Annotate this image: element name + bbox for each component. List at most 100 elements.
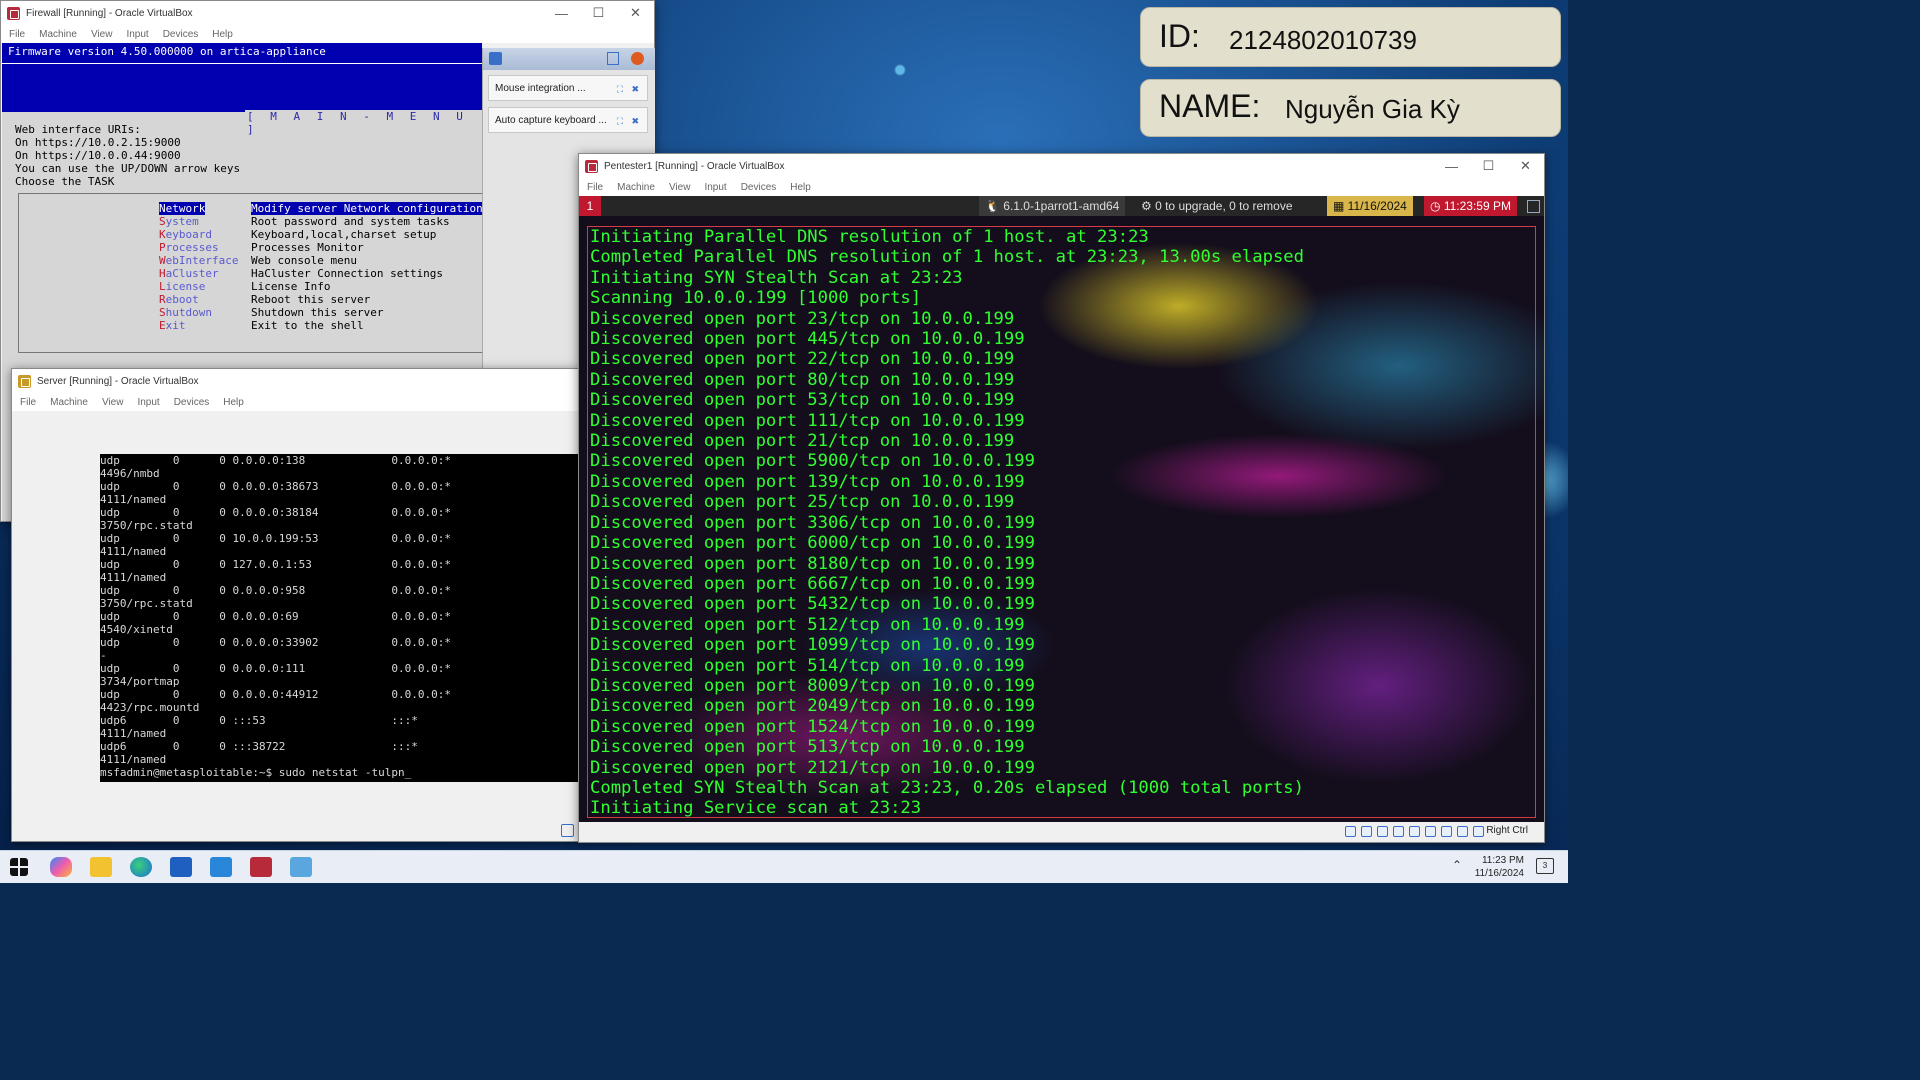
menu-item-network[interactable]: Network Modify server Network configurati… bbox=[159, 202, 483, 215]
menu-devices[interactable]: Devices bbox=[174, 397, 210, 408]
menu-help[interactable]: Help bbox=[790, 182, 811, 193]
notification-toggle-icon[interactable]: ⛶ bbox=[617, 76, 623, 102]
virtualbox-icon bbox=[7, 6, 20, 20]
id-card: ID: 2124802010739 bbox=[1140, 7, 1561, 67]
web-interface-info: Web interface URIs: On https://10.0.2.15:… bbox=[15, 123, 241, 188]
menu-item-hacluster[interactable]: HaCluster HaCluster Connection settings bbox=[159, 267, 443, 280]
pentester-titlebar[interactable]: Pentester1 [Running] - Oracle VirtualBox… bbox=[579, 154, 1544, 178]
vscode-icon[interactable] bbox=[210, 857, 232, 877]
copilot-icon[interactable] bbox=[50, 857, 72, 877]
windows-start-icon[interactable] bbox=[10, 858, 28, 876]
word-icon[interactable] bbox=[170, 857, 192, 877]
menu-file[interactable]: File bbox=[20, 397, 36, 408]
recording-icon[interactable] bbox=[1457, 826, 1468, 837]
menu-item-license[interactable]: License License Info bbox=[159, 280, 330, 293]
menu-file[interactable]: File bbox=[9, 29, 25, 40]
audio-icon[interactable] bbox=[1377, 826, 1388, 837]
vm-statusbar: Right Ctrl bbox=[579, 822, 1544, 842]
menu-item-exit[interactable]: Exit Exit to the shell bbox=[159, 319, 364, 332]
id-value: 2124802010739 bbox=[1229, 25, 1417, 55]
menu-item-shutdown[interactable]: Shutdown Shutdown this server bbox=[159, 306, 383, 319]
menu-view[interactable]: View bbox=[102, 397, 124, 408]
virtualbox-icon bbox=[585, 159, 598, 173]
menu-machine[interactable]: Machine bbox=[39, 29, 77, 40]
system-clock[interactable]: 11:23 PM 11/16/2024 bbox=[1475, 854, 1524, 880]
pentester-menubar: File Machine View Input Devices Help bbox=[579, 178, 1544, 196]
menu-devices[interactable]: Devices bbox=[741, 182, 777, 193]
updates-status: ⚙ 0 to upgrade, 0 to remove bbox=[1141, 199, 1293, 213]
tray-chevron-icon[interactable]: ⌃ bbox=[1452, 858, 1462, 872]
maximize-button[interactable]: ☐ bbox=[1470, 154, 1507, 178]
menu-devices[interactable]: Devices bbox=[163, 29, 199, 40]
close-button[interactable]: ✕ bbox=[1507, 154, 1544, 178]
server-titlebar[interactable]: Server [Running] - Oracle VirtualBox bbox=[12, 369, 579, 393]
notification-auto-capture-keyboard[interactable]: Auto capture keyboard ... ⛶ ✖ bbox=[488, 107, 648, 133]
panel-time: ◷ 11:23:59 PM bbox=[1424, 196, 1517, 216]
firmware-line: Firmware version 4.50.000000 on artica-a… bbox=[2, 43, 482, 64]
firewall-menubar: File Machine View Input Devices Help bbox=[1, 25, 654, 43]
hard-disk-icon[interactable] bbox=[1345, 826, 1356, 837]
name-value: Nguyễn Gia Kỳ bbox=[1285, 94, 1460, 124]
maximize-button[interactable]: ☐ bbox=[580, 1, 617, 25]
menu-machine[interactable]: Machine bbox=[50, 397, 88, 408]
menu-file[interactable]: File bbox=[587, 182, 603, 193]
menu-machine[interactable]: Machine bbox=[617, 182, 655, 193]
panel-date: ▦ 11/16/2024 bbox=[1327, 196, 1413, 216]
shell-prompt: msfadmin@metasploitable:~$ sudo netstat … bbox=[100, 766, 412, 779]
screen-icon[interactable] bbox=[1527, 200, 1540, 213]
optical-drive-icon[interactable] bbox=[1361, 826, 1372, 837]
notification-icon[interactable]: 3 bbox=[1536, 858, 1554, 874]
menu-input[interactable]: Input bbox=[137, 397, 159, 408]
menu-help[interactable]: Help bbox=[212, 29, 233, 40]
menu-input[interactable]: Input bbox=[126, 29, 148, 40]
collapse-icon[interactable] bbox=[607, 52, 619, 65]
windows-taskbar: ⌃ 11:23 PM 11/16/2024 3 bbox=[0, 850, 1568, 883]
menu-view[interactable]: View bbox=[91, 29, 113, 40]
close-all-icon[interactable] bbox=[631, 52, 644, 65]
main-menu-box: Network Modify server Network configurati… bbox=[18, 193, 484, 353]
virtualbox-icon bbox=[18, 374, 31, 388]
menu-input[interactable]: Input bbox=[704, 182, 726, 193]
server-vm-display[interactable]: udp 0 0 0.0.0.0:138 0.0.0.0:* 4496/nmbd ud… bbox=[12, 411, 579, 841]
server-menubar: File Machine View Input Devices Help bbox=[12, 393, 579, 411]
menu-item-keyboard[interactable]: Keyboard Keyboard,local,charset setup bbox=[159, 228, 436, 241]
notification-toggle-icon[interactable]: ⛶ bbox=[617, 108, 623, 134]
minimize-button[interactable]: — bbox=[1433, 154, 1470, 178]
server-vm-window[interactable]: Server [Running] - Oracle VirtualBox Fil… bbox=[11, 368, 580, 842]
id-label: ID: bbox=[1159, 18, 1200, 54]
edge-icon[interactable] bbox=[130, 857, 152, 877]
server-terminal[interactable]: udp 0 0 0.0.0.0:138 0.0.0.0:* 4496/nmbd ud… bbox=[100, 454, 579, 782]
pentester-vm-window[interactable]: Pentester1 [Running] - Oracle VirtualBox… bbox=[578, 153, 1545, 843]
menu-item-processes[interactable]: Processes Processes Monitor bbox=[159, 241, 364, 254]
menu-help[interactable]: Help bbox=[223, 397, 244, 408]
menu-item-webinterface[interactable]: WebInterface Web console menu bbox=[159, 254, 357, 267]
menu-item-system[interactable]: System Root password and system tasks bbox=[159, 215, 450, 228]
network-icon[interactable] bbox=[1393, 826, 1404, 837]
menu-item-reboot[interactable]: Reboot Reboot this server bbox=[159, 293, 370, 306]
notification-mouse-integration[interactable]: Mouse integration ... ⛶ ✖ bbox=[488, 75, 648, 101]
firewall-titlebar[interactable]: Firewall [Running] - Oracle VirtualBox —… bbox=[1, 1, 654, 25]
name-card: NAME: Nguyễn Gia Kỳ bbox=[1140, 79, 1561, 137]
host-key-label: Right Ctrl bbox=[1486, 825, 1528, 836]
host-key-arrow-icon[interactable] bbox=[1473, 826, 1484, 837]
notification-close-icon[interactable]: ✖ bbox=[631, 76, 639, 102]
server-title: Server [Running] - Oracle VirtualBox bbox=[37, 375, 199, 387]
usb-icon[interactable] bbox=[1409, 826, 1420, 837]
notification-close-icon[interactable]: ✖ bbox=[631, 108, 639, 134]
close-button[interactable]: ✕ bbox=[617, 1, 654, 25]
workspace-indicator[interactable]: 1 bbox=[579, 196, 601, 216]
nmap-terminal-output[interactable]: Initiating Parallel DNS resolution of 1 … bbox=[587, 226, 1536, 818]
pinned-app-icon[interactable] bbox=[290, 857, 312, 877]
menu-view[interactable]: View bbox=[669, 182, 691, 193]
kernel-version: 🐧 6.1.0-1parrot1-amd64 bbox=[979, 196, 1126, 216]
name-label: NAME: bbox=[1159, 88, 1261, 124]
info-icon bbox=[489, 52, 502, 65]
virtualbox-taskbar-icon[interactable] bbox=[250, 857, 272, 877]
shared-folders-icon[interactable] bbox=[1425, 826, 1436, 837]
vm-status-icon[interactable] bbox=[561, 824, 574, 837]
display-icon[interactable] bbox=[1441, 826, 1452, 837]
pentester-vm-display[interactable]: 1 🐧 6.1.0-1parrot1-amd64 ⚙ 0 to upgrade,… bbox=[579, 196, 1544, 842]
file-explorer-icon[interactable] bbox=[90, 857, 112, 877]
minimize-button[interactable]: — bbox=[543, 1, 580, 25]
pentester-title: Pentester1 [Running] - Oracle VirtualBox bbox=[604, 160, 785, 172]
